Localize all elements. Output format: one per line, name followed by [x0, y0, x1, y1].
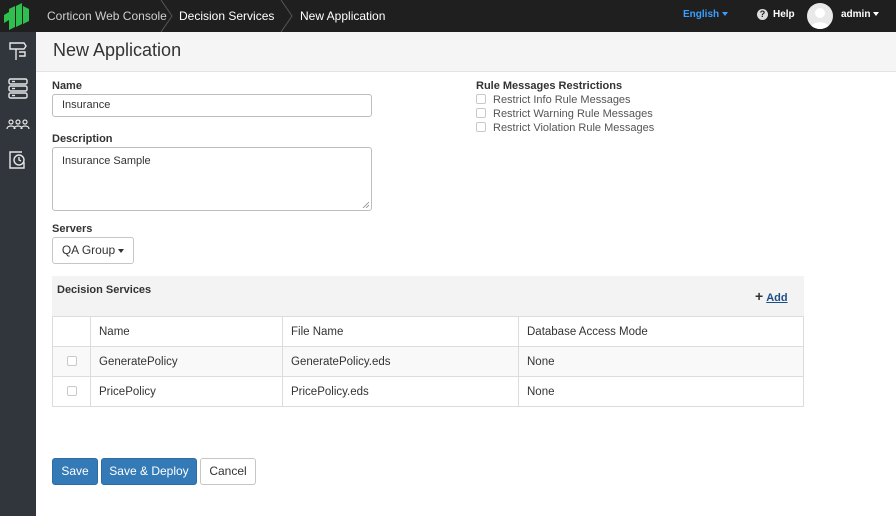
breadcrumb-separator-icon [280, 0, 293, 32]
save-button[interactable]: Save [52, 458, 98, 485]
users-group-icon[interactable] [6, 112, 30, 136]
service-name-cell: GeneratePolicy [90, 346, 283, 377]
access-mode-cell: None [518, 376, 804, 407]
page-title: New Application [53, 40, 182, 60]
decision-services-title: Decision Services [57, 284, 152, 296]
description-textarea[interactable]: Insurance Sample [52, 147, 372, 211]
monitor-clock-icon[interactable] [6, 148, 30, 172]
sidebar [0, 32, 36, 516]
plus-icon: + [755, 288, 764, 304]
rule-signpost-icon[interactable] [6, 38, 30, 62]
save-and-deploy-button[interactable]: Save & Deploy [101, 458, 197, 485]
restrict-violation-option[interactable]: Restrict Violation Rule Messages [476, 122, 654, 135]
restrict-info-label: Restrict Info Rule Messages [493, 94, 631, 106]
help-link[interactable]: ? Help [757, 0, 795, 32]
breadcrumb-separator-icon [160, 0, 173, 32]
server-stack-icon[interactable] [6, 76, 30, 100]
add-label: Add [766, 292, 788, 304]
restrict-warning-label: Restrict Warning Rule Messages [493, 108, 653, 120]
service-name-cell: PricePolicy [90, 376, 283, 407]
app-name-link[interactable]: Corticon Web Console [47, 0, 167, 32]
user-menu[interactable]: admin [841, 0, 880, 32]
corticon-logo-icon[interactable] [0, 0, 36, 32]
row-select-cell [52, 346, 91, 377]
description-value: Insurance Sample [62, 155, 151, 167]
cancel-button[interactable]: Cancel [200, 458, 256, 485]
table-row[interactable]: GeneratePolicy GeneratePolicy.eds None [52, 346, 804, 377]
decision-services-table: Name File Name Database Access Mode Gene… [52, 316, 804, 407]
breadcrumb-decision-services[interactable]: Decision Services [179, 0, 274, 32]
rule-messages-title: Rule Messages Restrictions [476, 80, 623, 92]
name-column-header[interactable]: Name [90, 316, 283, 347]
servers-label: Servers [52, 223, 93, 235]
user-name: admin [841, 9, 871, 20]
caret-down-icon [873, 12, 880, 17]
file-name-column-header[interactable]: File Name [282, 316, 519, 347]
add-decision-service-link[interactable]: + Add [755, 288, 788, 304]
decision-services-panel: Decision Services + Add [52, 276, 804, 316]
help-label: Help [773, 9, 795, 20]
access-mode-cell: None [518, 346, 804, 377]
restrict-info-option[interactable]: Restrict Info Rule Messages [476, 94, 631, 107]
row-checkbox[interactable] [67, 356, 77, 367]
table-header-row: Name File Name Database Access Mode [52, 316, 804, 347]
row-checkbox[interactable] [67, 386, 77, 397]
resize-handle-icon[interactable] [362, 201, 369, 208]
restrict-violation-checkbox[interactable] [476, 122, 486, 133]
name-input[interactable]: Insurance [52, 94, 372, 117]
restrict-violation-label: Restrict Violation Rule Messages [493, 122, 655, 134]
restrict-warning-checkbox[interactable] [476, 108, 486, 119]
restrict-warning-option[interactable]: Restrict Warning Rule Messages [476, 108, 653, 121]
restrict-info-checkbox[interactable] [476, 94, 486, 105]
question-circle-icon: ? [757, 8, 768, 20]
language-dropdown[interactable]: English [683, 0, 729, 32]
top-navbar: Corticon Web Console Decision Services N… [0, 0, 896, 32]
breadcrumb-new-application: New Application [300, 9, 386, 23]
database-access-mode-column-header[interactable]: Database Access Mode [518, 316, 804, 347]
description-label: Description [52, 133, 113, 145]
page-header: New Application [36, 32, 896, 72]
file-name-cell: GeneratePolicy.eds [282, 346, 519, 377]
servers-selected: QA Group [61, 243, 116, 257]
table-row[interactable]: PricePolicy PricePolicy.eds None [52, 376, 804, 407]
user-avatar[interactable] [807, 3, 833, 29]
language-label: English [683, 9, 720, 20]
select-column-header [52, 316, 91, 347]
name-input-value: Insurance [62, 99, 111, 111]
caret-down-icon [722, 12, 729, 17]
row-select-cell [52, 376, 91, 407]
caret-down-icon [118, 248, 125, 253]
name-label: Name [52, 80, 82, 92]
servers-dropdown[interactable]: QA Group [52, 237, 134, 264]
file-name-cell: PricePolicy.eds [282, 376, 519, 407]
